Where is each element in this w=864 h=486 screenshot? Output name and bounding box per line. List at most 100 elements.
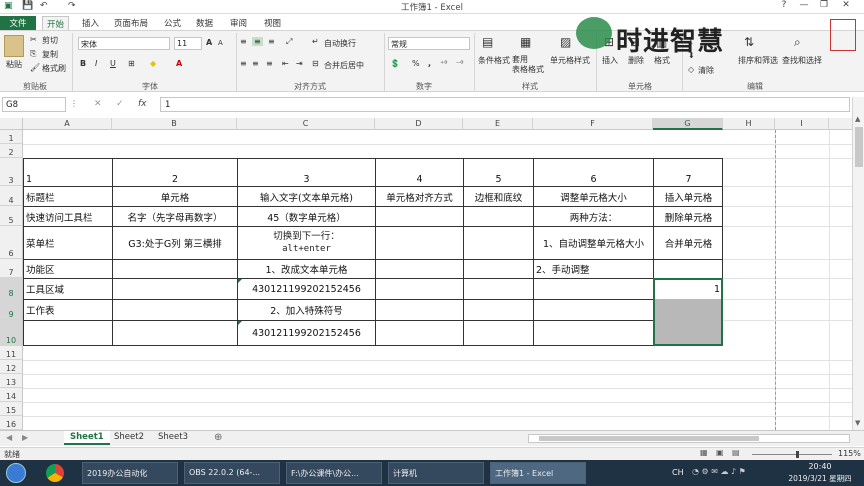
increase-decimal-icon[interactable]: ⁺⁰	[440, 59, 447, 68]
zoom-slider[interactable]	[752, 454, 832, 455]
cut-icon[interactable]: ✂	[30, 35, 37, 44]
cell-f3[interactable]: 6	[534, 160, 653, 185]
row-header-5[interactable]: 5	[0, 206, 23, 226]
help-button[interactable]: ?	[774, 0, 794, 10]
row-header-8[interactable]: 8	[0, 278, 23, 299]
worksheet-grid[interactable]: A B C D E F G H I 1 2 3 4 5 6 7 8 9 10 1…	[0, 118, 852, 430]
cell-a6[interactable]: 菜单栏	[26, 227, 110, 259]
column-header-h[interactable]: H	[723, 118, 775, 130]
sheet-tab-1[interactable]: Sheet1	[64, 431, 110, 445]
cell-e3[interactable]: 5	[464, 160, 533, 185]
cell-d4[interactable]: 单元格对齐方式	[376, 187, 463, 206]
grow-font-button[interactable]: A	[206, 38, 212, 47]
decrease-decimal-icon[interactable]: ⁻⁰	[456, 59, 463, 68]
chrome-icon[interactable]	[46, 464, 64, 482]
tab-data[interactable]: 数据	[192, 16, 217, 30]
row-header-16[interactable]: 16	[0, 416, 23, 430]
align-middle-icon[interactable]: ≡	[252, 37, 263, 46]
input-language[interactable]: CH	[672, 468, 684, 477]
underline-button[interactable]: U	[110, 59, 116, 68]
close-button[interactable]: ✕	[836, 0, 856, 10]
cell-a4[interactable]: 标题栏	[26, 187, 110, 206]
copy-button[interactable]: 复制	[42, 49, 58, 60]
add-sheet-button[interactable]: ⊕	[214, 432, 222, 443]
cell-c8[interactable]: 430121199202152456	[238, 279, 375, 299]
cell-b4[interactable]: 单元格	[113, 187, 237, 206]
font-color-icon[interactable]: A	[176, 59, 182, 68]
next-sheet-icon[interactable]: ▶	[22, 433, 28, 442]
currency-icon[interactable]: 💲	[390, 59, 400, 68]
row-header-6[interactable]: 6	[0, 226, 23, 259]
cell-c6[interactable]: 切换到下一行： alt+enter	[238, 227, 375, 259]
formula-input[interactable]: 1	[160, 97, 850, 112]
row-header-2[interactable]: 2	[0, 144, 23, 158]
clear-icon[interactable]: ◇	[688, 65, 694, 74]
conditional-format-icon[interactable]: ▤	[482, 35, 493, 49]
cell-c9[interactable]: 2、加入特殊符号	[238, 300, 375, 320]
row-header-7[interactable]: 7	[0, 259, 23, 278]
column-header-f[interactable]: F	[533, 118, 653, 130]
row-header-11[interactable]: 11	[0, 346, 23, 360]
sort-filter-button[interactable]: 排序和筛选	[738, 55, 778, 66]
border-icon[interactable]: ⊞	[128, 59, 135, 68]
bold-button[interactable]: B	[80, 59, 86, 68]
vertical-scrollbar[interactable]: ▲ ▼	[852, 97, 864, 430]
restore-button[interactable]: ❐	[814, 0, 834, 10]
merge-icon[interactable]: ⊟	[312, 59, 319, 68]
font-size-dropdown[interactable]: 11	[174, 37, 202, 50]
enter-button[interactable]: ✓	[116, 99, 124, 109]
font-name-dropdown[interactable]: 宋体	[78, 37, 170, 50]
cell-g3[interactable]: 7	[654, 160, 723, 185]
taskbar-item-obs[interactable]: OBS 22.0.2 (64-...	[184, 462, 280, 484]
start-button-icon[interactable]	[6, 463, 26, 483]
cell-a3[interactable]: 1	[26, 160, 110, 185]
clock-time[interactable]: 20:40	[792, 462, 848, 471]
increase-indent-icon[interactable]: ⇥	[296, 59, 303, 68]
select-all-button[interactable]	[0, 118, 23, 130]
row-header-12[interactable]: 12	[0, 360, 23, 374]
align-left-icon[interactable]: ≡	[240, 59, 247, 68]
align-center-icon[interactable]: ≡	[252, 59, 259, 68]
tab-home[interactable]: 开始	[42, 16, 70, 30]
row-header-15[interactable]: 15	[0, 402, 23, 416]
scroll-thumb[interactable]	[855, 127, 863, 167]
cell-b3[interactable]: 2	[113, 160, 237, 185]
paste-button[interactable]: 粘贴	[6, 59, 22, 70]
column-header-d[interactable]: D	[375, 118, 463, 130]
scroll-down-icon[interactable]: ▼	[855, 419, 860, 427]
row-header-1[interactable]: 1	[0, 130, 23, 144]
cell-g4[interactable]: 插入单元格	[654, 187, 723, 206]
shrink-font-button[interactable]: A	[218, 39, 223, 47]
cell-b6[interactable]: G3:处于G列 第三横排	[113, 227, 237, 259]
tray-icons[interactable]: ◔ ⚙ ✉ ☁ ♪ ⚑	[692, 467, 746, 476]
minimize-button[interactable]: —	[794, 0, 814, 10]
merge-center-button[interactable]: 合并后居中	[324, 60, 364, 71]
cell-f5[interactable]: 两种方法：	[534, 207, 653, 226]
cut-button[interactable]: 剪切	[42, 35, 58, 46]
wrap-text-button[interactable]: 自动换行	[324, 38, 356, 49]
cell-b5[interactable]: 名字（先字母再数字）	[113, 207, 237, 226]
tab-insert[interactable]: 插入	[78, 16, 103, 30]
taskbar-item-course[interactable]: 2019办公自动化	[82, 462, 178, 484]
cell-f6[interactable]: 1、自动调整单元格大小	[534, 227, 653, 259]
zoom-slider-thumb[interactable]	[796, 451, 799, 458]
page-break-view-icon[interactable]: ▤	[732, 448, 740, 457]
align-right-icon[interactable]: ≡	[266, 59, 273, 68]
orientation-icon[interactable]: ⤢	[286, 37, 292, 47]
clock-date[interactable]: 2019/3/21 星期四	[780, 473, 860, 484]
cell-styles-icon[interactable]: ▨	[560, 35, 571, 49]
paste-icon[interactable]	[4, 35, 24, 57]
cell-g6[interactable]: 合并单元格	[654, 227, 723, 259]
find-select-icon[interactable]: ⌕	[794, 35, 801, 50]
normal-view-icon[interactable]: ▦	[700, 448, 708, 457]
cell-c7[interactable]: 1、改成文本单元格	[238, 260, 375, 278]
taskbar-item-folder[interactable]: F:\办公课件\办公...	[286, 462, 382, 484]
row-header-9[interactable]: 9	[0, 299, 23, 320]
cell-f7[interactable]: 2、手动调整	[536, 260, 653, 278]
cell-c4[interactable]: 输入文字(文本单元格)	[238, 187, 375, 206]
find-select-button[interactable]: 查找和选择	[782, 55, 822, 66]
tab-review[interactable]: 审阅	[226, 16, 251, 30]
row-header-13[interactable]: 13	[0, 374, 23, 388]
cell-a5[interactable]: 快速访问工具栏	[26, 207, 110, 226]
horizontal-scrollbar[interactable]	[528, 434, 850, 443]
